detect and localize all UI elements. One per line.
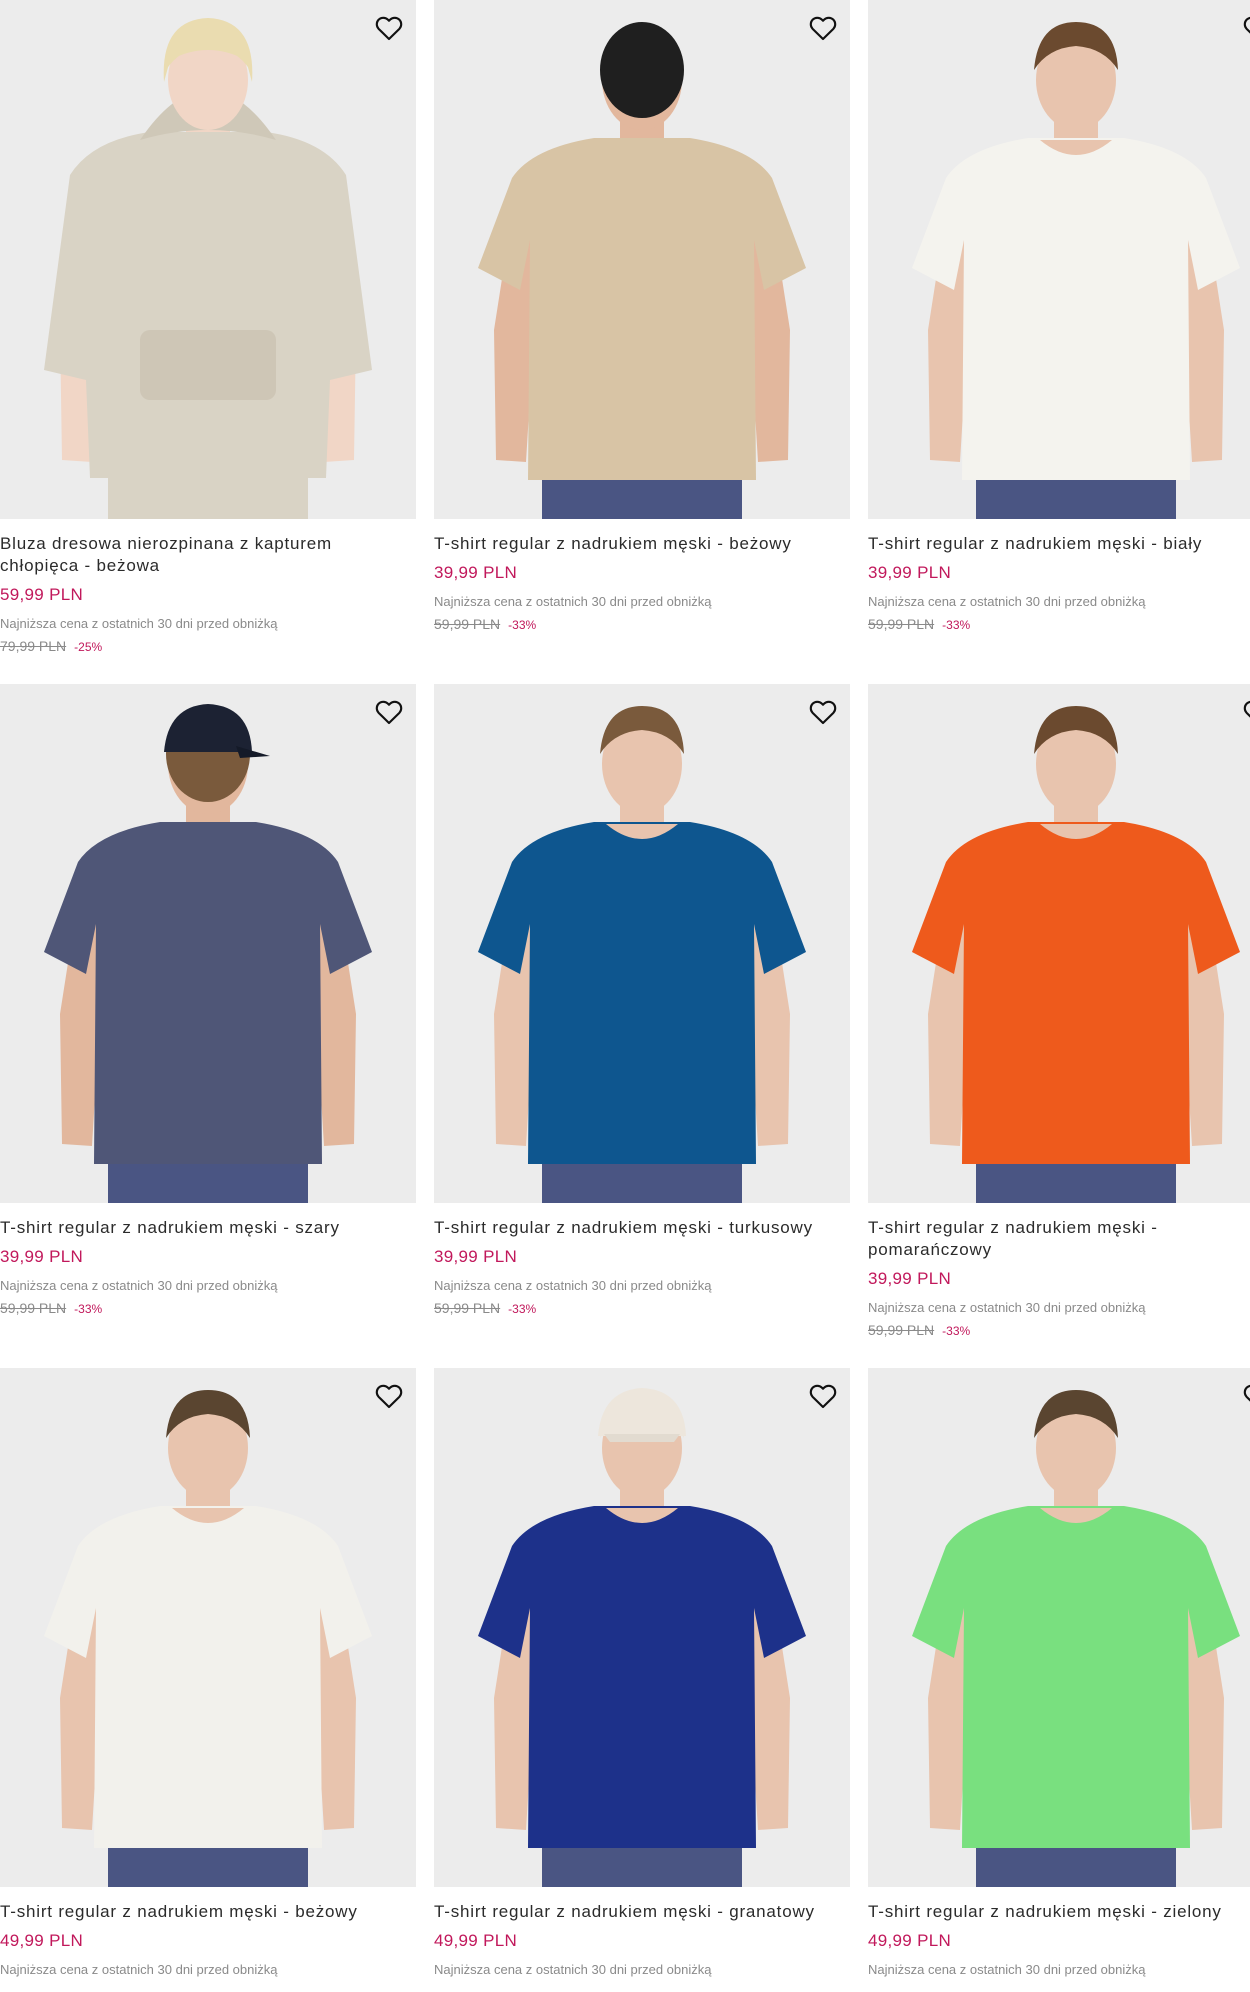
product-image[interactable]: [434, 684, 850, 1203]
model-photo: [478, 22, 806, 519]
lowest-price-label: Najniższa cena z ostatnich 30 dni przed …: [434, 1962, 712, 1977]
lowest-price-label: Najniższa cena z ostatnich 30 dni przed …: [868, 1962, 1146, 1977]
product-card[interactable]: Bluza dresowa nierozpinana z kapturem ch…: [0, 0, 416, 656]
product-card[interactable]: T-shirt regular z nadrukiem męski - szar…: [0, 684, 416, 1318]
old-price: 59,99 PLN: [868, 1322, 935, 1338]
product-name[interactable]: T-shirt regular z nadrukiem męski - beżo…: [434, 533, 839, 555]
heart-outline-icon: [375, 16, 403, 41]
old-price-row: 59,99 PLN -33%: [868, 1321, 1250, 1340]
lowest-price-label: Najniższa cena z ostatnich 30 dni przed …: [868, 594, 1146, 609]
old-price: 59,99 PLN: [0, 1300, 67, 1316]
old-price: 59,99 PLN: [434, 616, 501, 632]
old-price-row: 59,99 PLN -33%: [434, 615, 850, 634]
product-image[interactable]: [868, 684, 1250, 1203]
model-photo: [44, 704, 372, 1203]
product-price: 49,99 PLN: [434, 1931, 518, 1950]
product-name[interactable]: T-shirt regular z nadrukiem męski - beżo…: [0, 1901, 405, 1923]
product-card[interactable]: T-shirt regular z nadrukiem męski - turk…: [434, 684, 850, 1318]
product-price: 39,99 PLN: [868, 563, 952, 582]
model-photo: [912, 1390, 1240, 1887]
model-photo: [44, 18, 372, 519]
product-card[interactable]: T-shirt regular z nadrukiem męski - gran…: [434, 1368, 850, 1978]
lowest-price-label: Najniższa cena z ostatnich 30 dni przed …: [0, 1278, 278, 1293]
model-photo: [478, 706, 806, 1203]
product-price: 39,99 PLN: [868, 1269, 952, 1288]
old-price: 79,99 PLN: [0, 638, 67, 654]
product-name[interactable]: T-shirt regular z nadrukiem męski - poma…: [868, 1217, 1250, 1261]
product-image[interactable]: [868, 1368, 1250, 1887]
model-photo: [912, 22, 1240, 519]
product-card[interactable]: T-shirt regular z nadrukiem męski - beżo…: [0, 1368, 416, 1978]
product-name[interactable]: T-shirt regular z nadrukiem męski - biał…: [868, 533, 1250, 555]
favorite-button[interactable]: [805, 693, 841, 729]
favorite-button[interactable]: [1239, 9, 1250, 45]
model-photo: [912, 706, 1240, 1203]
product-card[interactable]: T-shirt regular z nadrukiem męski - ziel…: [868, 1368, 1250, 1978]
product-grid: Bluza dresowa nierozpinana z kapturem ch…: [0, 0, 1250, 1992]
lowest-price-label: Najniższa cena z ostatnich 30 dni przed …: [434, 594, 712, 609]
product-card[interactable]: T-shirt regular z nadrukiem męski - beżo…: [434, 0, 850, 634]
favorite-button[interactable]: [371, 9, 407, 45]
lowest-price-label: Najniższa cena z ostatnich 30 dni przed …: [868, 1300, 1146, 1315]
lowest-price-label: Najniższa cena z ostatnich 30 dni przed …: [434, 1278, 712, 1293]
favorite-button[interactable]: [371, 693, 407, 729]
product-name[interactable]: Bluza dresowa nierozpinana z kapturem ch…: [0, 533, 405, 577]
discount-badge: -33%: [942, 1324, 971, 1338]
product-image[interactable]: [0, 0, 416, 519]
product-card[interactable]: T-shirt regular z nadrukiem męski - poma…: [868, 684, 1250, 1340]
product-price: 59,99 PLN: [0, 585, 84, 604]
lowest-price-label: Najniższa cena z ostatnich 30 dni przed …: [0, 616, 278, 631]
product-image[interactable]: [868, 0, 1250, 519]
product-name[interactable]: T-shirt regular z nadrukiem męski - ziel…: [868, 1901, 1250, 1923]
product-price: 39,99 PLN: [434, 563, 518, 582]
discount-badge: -33%: [74, 1302, 103, 1316]
heart-outline-icon: [809, 1384, 837, 1409]
heart-outline-icon: [809, 700, 837, 725]
product-name[interactable]: T-shirt regular z nadrukiem męski - gran…: [434, 1901, 839, 1923]
product-image[interactable]: [0, 684, 416, 1203]
favorite-button[interactable]: [805, 9, 841, 45]
old-price: 59,99 PLN: [434, 1300, 501, 1316]
favorite-button[interactable]: [371, 1377, 407, 1413]
old-price-row: 59,99 PLN -33%: [868, 615, 1250, 634]
model-photo: [44, 1390, 372, 1887]
old-price-row: 59,99 PLN -33%: [434, 1299, 850, 1318]
discount-badge: -33%: [942, 618, 971, 632]
heart-outline-icon: [1243, 1384, 1250, 1402]
favorite-button[interactable]: [1239, 1377, 1250, 1413]
discount-badge: -25%: [74, 640, 103, 654]
discount-badge: -33%: [508, 1302, 537, 1316]
old-price-row: 59,99 PLN -33%: [0, 1299, 416, 1318]
favorite-button[interactable]: [805, 1377, 841, 1413]
product-image[interactable]: [434, 0, 850, 519]
heart-outline-icon: [809, 16, 837, 41]
product-price: 39,99 PLN: [0, 1247, 84, 1266]
heart-outline-icon: [375, 700, 403, 725]
product-price: 49,99 PLN: [0, 1931, 84, 1950]
product-card[interactable]: T-shirt regular z nadrukiem męski - biał…: [868, 0, 1250, 634]
product-image[interactable]: [434, 1368, 850, 1887]
old-price: 59,99 PLN: [868, 616, 935, 632]
product-name[interactable]: T-shirt regular z nadrukiem męski - turk…: [434, 1217, 839, 1239]
product-price: 39,99 PLN: [434, 1247, 518, 1266]
model-photo: [478, 1388, 806, 1887]
heart-outline-icon: [1243, 16, 1250, 34]
product-name[interactable]: T-shirt regular z nadrukiem męski - szar…: [0, 1217, 405, 1239]
favorite-button[interactable]: [1239, 693, 1250, 729]
old-price-row: 79,99 PLN -25%: [0, 637, 416, 656]
heart-outline-icon: [375, 1384, 403, 1409]
discount-badge: -33%: [508, 618, 537, 632]
heart-outline-icon: [1243, 700, 1250, 718]
lowest-price-label: Najniższa cena z ostatnich 30 dni przed …: [0, 1962, 278, 1977]
product-image[interactable]: [0, 1368, 416, 1887]
product-price: 49,99 PLN: [868, 1931, 952, 1950]
